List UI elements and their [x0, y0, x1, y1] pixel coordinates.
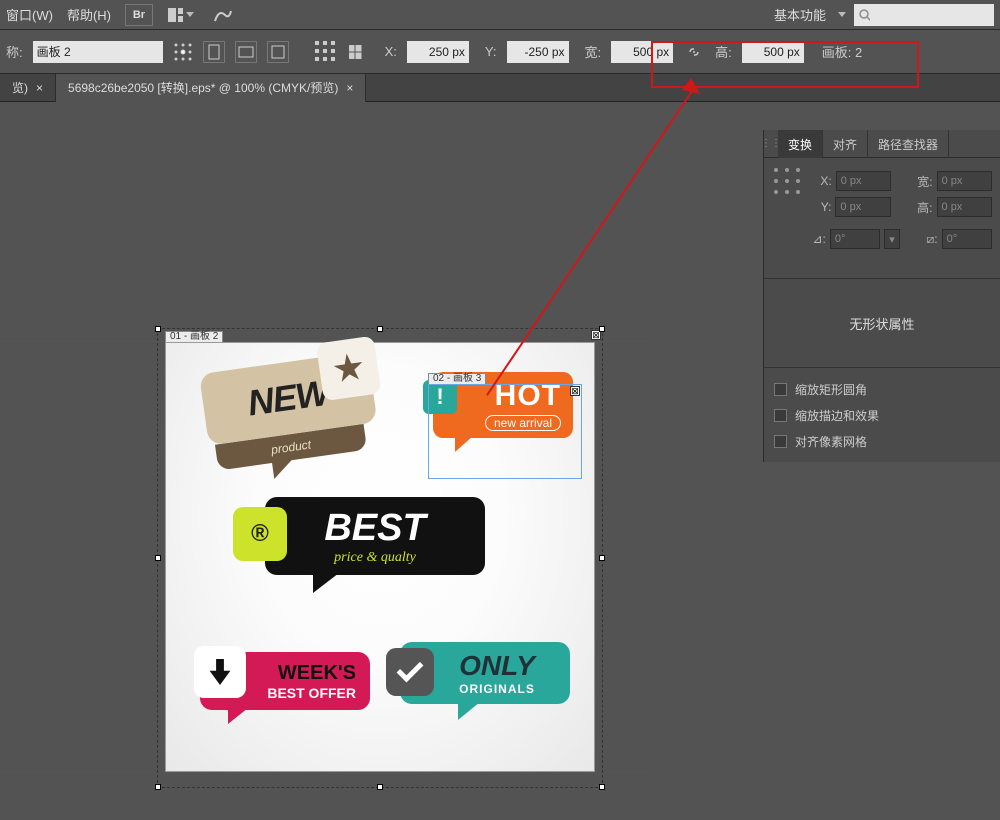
panel-w-label: 宽:	[913, 173, 933, 190]
width-label: 宽:	[585, 42, 602, 61]
panel-h-label: 高:	[913, 199, 933, 216]
y-input[interactable]: -250 px	[507, 41, 569, 63]
new-artboard-button[interactable]	[267, 41, 289, 63]
workspace-switcher[interactable]: 基本功能	[774, 4, 994, 26]
chevron-down-icon	[838, 12, 846, 17]
resize-handle[interactable]	[155, 326, 161, 332]
artboard-options-button[interactable]	[315, 41, 337, 63]
tab-transform[interactable]: 变换	[778, 130, 823, 158]
width-input[interactable]: 500 px	[611, 41, 673, 63]
artboard-name-label: 称:	[6, 42, 23, 61]
height-label: 高:	[715, 42, 732, 61]
x-label: X:	[385, 44, 397, 59]
orient-portrait-button[interactable]	[203, 41, 225, 63]
gpu-preview-button[interactable]	[209, 4, 237, 26]
rearrange-artboards-button[interactable]	[347, 41, 369, 63]
search-icon	[858, 8, 870, 22]
resize-handle[interactable]	[377, 326, 383, 332]
search-field[interactable]	[874, 8, 990, 22]
panel-angle-input[interactable]: 0°	[830, 229, 880, 249]
panel-angle-label: ⊿:	[808, 232, 826, 246]
arrange-docs-button[interactable]	[167, 4, 195, 26]
checkbox-icon[interactable]	[774, 383, 787, 396]
document-tabs: 览) × 5698c26be2050 [转换].eps* @ 100% (CMY…	[0, 74, 1000, 102]
resize-handle[interactable]	[155, 555, 161, 561]
x-input[interactable]: 250 px	[407, 41, 469, 63]
transform-options: 缩放矩形圆角 缩放描边和效果 对齐像素网格	[764, 368, 1000, 462]
checkbox-icon[interactable]	[774, 435, 787, 448]
panel-x-input[interactable]: 0 px	[836, 171, 891, 191]
selection-bounds: ⊠	[157, 328, 603, 788]
orient-landscape-button[interactable]	[235, 41, 257, 63]
menu-help[interactable]: 帮助(H)	[67, 5, 111, 24]
reference-point-selector[interactable]	[772, 166, 802, 196]
close-icon[interactable]: ×	[36, 81, 43, 95]
chevron-down-icon	[186, 12, 194, 17]
artboard-count-label: 画板: 2	[822, 42, 862, 61]
close-icon[interactable]: ×	[346, 81, 353, 95]
menu-bar: 窗口(W) 帮助(H) Br 基本功能	[0, 0, 1000, 30]
opt-align-pixel-grid[interactable]: 对齐像素网格	[774, 428, 990, 454]
reference-point-selector[interactable]	[173, 42, 193, 62]
panel-y-input[interactable]: 0 px	[835, 197, 890, 217]
tab-pathfinder[interactable]: 路径查找器	[868, 130, 949, 158]
panel-h-input[interactable]: 0 px	[937, 197, 992, 217]
height-input[interactable]: 500 px	[742, 41, 804, 63]
document-tab-2[interactable]: 5698c26be2050 [转换].eps* @ 100% (CMYK/预览)…	[56, 74, 366, 102]
panel-shear-label: ⧄:	[920, 232, 938, 247]
resize-handle[interactable]	[377, 784, 383, 790]
bridge-button[interactable]: Br	[125, 4, 153, 26]
workspace-label: 基本功能	[774, 5, 826, 24]
search-input[interactable]	[854, 4, 994, 26]
tab-title: 5698c26be2050 [转换].eps* @ 100% (CMYK/预览)	[68, 79, 338, 96]
panel-grip-icon[interactable]: ⋮⋮	[764, 130, 778, 157]
panel-w-input[interactable]: 0 px	[937, 171, 992, 191]
tab-align[interactable]: 对齐	[823, 130, 868, 158]
tab-title: 览)	[12, 79, 28, 96]
artboard-name-input[interactable]: 画板 2	[33, 41, 163, 63]
control-bar: 称: 画板 2 X: 250 px Y: -250 px 宽: 500 px 高…	[0, 30, 1000, 74]
panel-shear-input[interactable]: 0°	[942, 229, 992, 249]
link-wh-button[interactable]	[683, 41, 705, 63]
resize-handle[interactable]	[599, 555, 605, 561]
no-shape-label: 无形状属性	[764, 278, 1000, 368]
resize-handle[interactable]	[155, 784, 161, 790]
opt-scale-strokes[interactable]: 缩放描边和效果	[774, 402, 990, 428]
angle-dropdown[interactable]: ▾	[884, 229, 900, 249]
panel-tabs: ⋮⋮ 变换 对齐 路径查找器	[764, 130, 1000, 158]
opt-scale-corners[interactable]: 缩放矩形圆角	[774, 376, 990, 402]
checkbox-icon[interactable]	[774, 409, 787, 422]
resize-handle[interactable]	[599, 784, 605, 790]
panel-x-label: X:	[812, 174, 832, 188]
document-tab-1[interactable]: 览) ×	[0, 74, 56, 102]
transform-panel: ⋮⋮ 变换 对齐 路径查找器 X: 0 px 宽: 0 px Y: 0 px 高…	[764, 130, 1000, 462]
resize-handle[interactable]	[599, 326, 605, 332]
menu-window[interactable]: 窗口(W)	[6, 5, 53, 24]
panel-y-label: Y:	[812, 200, 832, 214]
y-label: Y:	[485, 44, 497, 59]
